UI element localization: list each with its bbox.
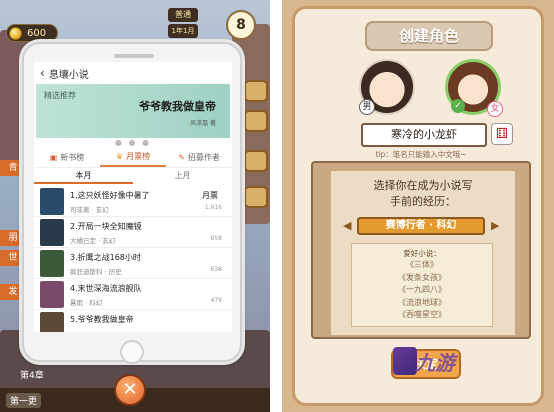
new-books-icon: ▣	[49, 153, 58, 162]
book-meta: 司非离 · 玄幻	[70, 206, 109, 214]
list-item[interactable]: 3.折鹰之战168小时 疯狂迪斯科 · 历史 638	[34, 248, 232, 279]
mode-badge: 普通	[168, 8, 198, 22]
arrow-right-icon[interactable]: ▶	[491, 219, 499, 232]
book-title: 5.爷爷教我做皇帝	[70, 315, 134, 324]
book-title: 2.开局一块全知魔镜	[70, 222, 142, 231]
coin-icon	[9, 27, 22, 40]
check-icon: ✓	[451, 99, 465, 113]
book-item: 《吞噬星空》	[398, 310, 446, 319]
book-item: 《三体》	[406, 260, 438, 269]
book-title: 1.这只妖怪好像中暑了	[70, 191, 150, 200]
crown-icon: ♛	[115, 152, 124, 161]
tab-label: 月票榜	[126, 152, 151, 161]
arrow-left-icon[interactable]: ◀	[343, 219, 351, 232]
ranking-tabs: ▣ 新书榜 ♛ 月票榜 ✎ 招募作者	[34, 148, 232, 168]
pen-name-tip: tip：笔名只能输入中文哦~	[375, 150, 467, 159]
tab-new-books[interactable]: ▣ 新书榜	[34, 148, 100, 167]
favorite-books: 爱好小说： 《三体》 《发条女孩》 《一九四八》 《流浪地球》 《吞噬星空》	[351, 243, 493, 327]
create-character-card: 创建角色 男 女 ✓ 寒冷的小龙虾 ⚅ tip：笔名只能输入中文哦~ 选择你在成…	[292, 6, 544, 406]
close-icon[interactable]: ✕	[114, 374, 146, 406]
list-item[interactable]: 5.爷爷教我做皇帝	[34, 310, 232, 332]
vote-count: 1,916	[204, 204, 222, 211]
page-title: 创建角色	[365, 21, 493, 51]
book-meta: 暑雨 · 科幻	[70, 299, 103, 307]
round-number: 8	[236, 17, 246, 33]
book-cover	[40, 250, 64, 277]
book-item: 《一九四八》	[398, 285, 446, 294]
prev-label[interactable]: 第一更	[6, 393, 42, 408]
featured-banner[interactable]: 精选推荐 爷爷教我做皇帝 凤求凰 著	[36, 84, 230, 138]
male-badge: 男	[359, 99, 375, 115]
date-badge: 1年1月	[168, 24, 198, 38]
book-cover	[40, 219, 64, 246]
profession-selector[interactable]: 赛博行者 · 科幻	[357, 217, 485, 235]
side-menu-icon[interactable]	[244, 110, 268, 132]
subtab-this-month[interactable]: 本月	[34, 168, 133, 184]
recruit-icon: ✎	[178, 153, 185, 162]
votes-label: 月票	[202, 191, 218, 200]
app-header: ‹ 息壤小说	[34, 62, 232, 84]
book-cover	[40, 281, 64, 308]
phone-screen: ‹ 息壤小说 精选推荐 爷爷教我做皇帝 凤求凰 著 ● ● ● ▣ 新书榜 ♛ …	[34, 62, 232, 332]
vote-count: 479	[210, 297, 222, 304]
phone-speaker	[114, 54, 154, 58]
coin-counter: 600	[6, 24, 58, 42]
subtab-last-month[interactable]: 上月	[133, 168, 232, 184]
date-label: 1年1月	[171, 27, 195, 35]
list-item[interactable]: 4.末世深海流浪舰队 暑雨 · 科幻 479	[34, 279, 232, 310]
side-menu-icon[interactable]	[244, 80, 268, 102]
side-tab-label: 青	[8, 163, 18, 173]
vote-count: 638	[210, 266, 222, 273]
book-title: 4.末世深海流浪舰队	[70, 284, 142, 293]
pen-name-input[interactable]: 寒冷的小龙虾	[361, 123, 487, 147]
left-game-screen: 600 普通 1年1月 8 青 朋 世 发 ‹ 息壤小说 精选推荐 爷爷教我做皇…	[0, 0, 270, 412]
home-button[interactable]	[120, 340, 144, 364]
mode-label: 普通	[175, 10, 191, 19]
tab-recruit-authors[interactable]: ✎ 招募作者	[166, 148, 232, 167]
question-line-2: 手前的经历：	[390, 195, 456, 208]
coin-value: 600	[27, 28, 47, 39]
book-item: 《发条女孩》	[398, 272, 446, 282]
chapter-label: 第4章	[20, 371, 44, 381]
book-list: 1.这只妖怪好像中暑了 司非离 · 玄幻 月票 1,916 2.开局一块全知魔镜…	[34, 186, 232, 332]
tab-monthly-votes[interactable]: ♛ 月票榜	[100, 148, 166, 167]
round-badge[interactable]: 8	[226, 10, 256, 40]
side-tab-label: 朋	[8, 233, 18, 243]
banner-tag: 精选推荐	[44, 91, 76, 100]
banner-author: 凤求凰 著	[190, 120, 216, 127]
side-tab-label: 世	[8, 253, 18, 263]
book-cover	[40, 312, 64, 332]
carousel-dots: ● ● ●	[114, 138, 152, 147]
female-badge: 女	[487, 101, 503, 117]
side-tab-label: 发	[8, 287, 18, 297]
tab-label: 招募作者	[187, 153, 220, 162]
banner-title: 爷爷教我做皇帝	[139, 100, 216, 113]
right-game-screen: 创建角色 男 女 ✓ 寒冷的小龙虾 ⚅ tip：笔名只能输入中文哦~ 选择你在成…	[282, 0, 554, 412]
watermark-logo	[393, 347, 417, 375]
list-item[interactable]: 1.这只妖怪好像中暑了 司非离 · 玄幻 月票 1,916	[34, 186, 232, 217]
side-menu-icon[interactable]	[244, 150, 268, 172]
book-cover	[40, 188, 64, 215]
side-menu-icon[interactable]	[244, 186, 268, 208]
list-item[interactable]: 2.开局一块全知魔镜 大橘已定 · 玄幻 958	[34, 217, 232, 248]
book-title: 3.折鹰之战168小时	[70, 253, 141, 262]
background-paper: 选择你在成为小说写 手前的经历： ◀ 赛博行者 · 科幻 ▶ 爱好小说： 《三体…	[331, 171, 515, 335]
period-subtabs: 本月 上月	[34, 168, 232, 184]
books-header: 爱好小说：	[403, 249, 441, 258]
question-line-1: 选择你在成为小说写	[373, 179, 473, 192]
watermark-text: 九游	[415, 351, 455, 375]
dice-icon[interactable]: ⚅	[491, 123, 513, 145]
vote-count: 958	[210, 235, 222, 242]
book-item: 《流浪地球》	[398, 297, 446, 307]
app-title: 息壤小说	[48, 69, 89, 81]
phone-frame: ‹ 息壤小说 精选推荐 爷爷教我做皇帝 凤求凰 著 ● ● ● ▣ 新书榜 ♛ …	[22, 42, 242, 364]
book-meta: 大橘已定 · 玄幻	[70, 237, 116, 245]
back-arrow-icon[interactable]: ‹	[40, 66, 45, 80]
background-panel: 选择你在成为小说写 手前的经历： ◀ 赛博行者 · 科幻 ▶ 爱好小说： 《三体…	[311, 161, 531, 339]
tab-label: 新书榜	[60, 153, 85, 162]
book-meta: 疯狂迪斯科 · 历史	[70, 268, 122, 276]
